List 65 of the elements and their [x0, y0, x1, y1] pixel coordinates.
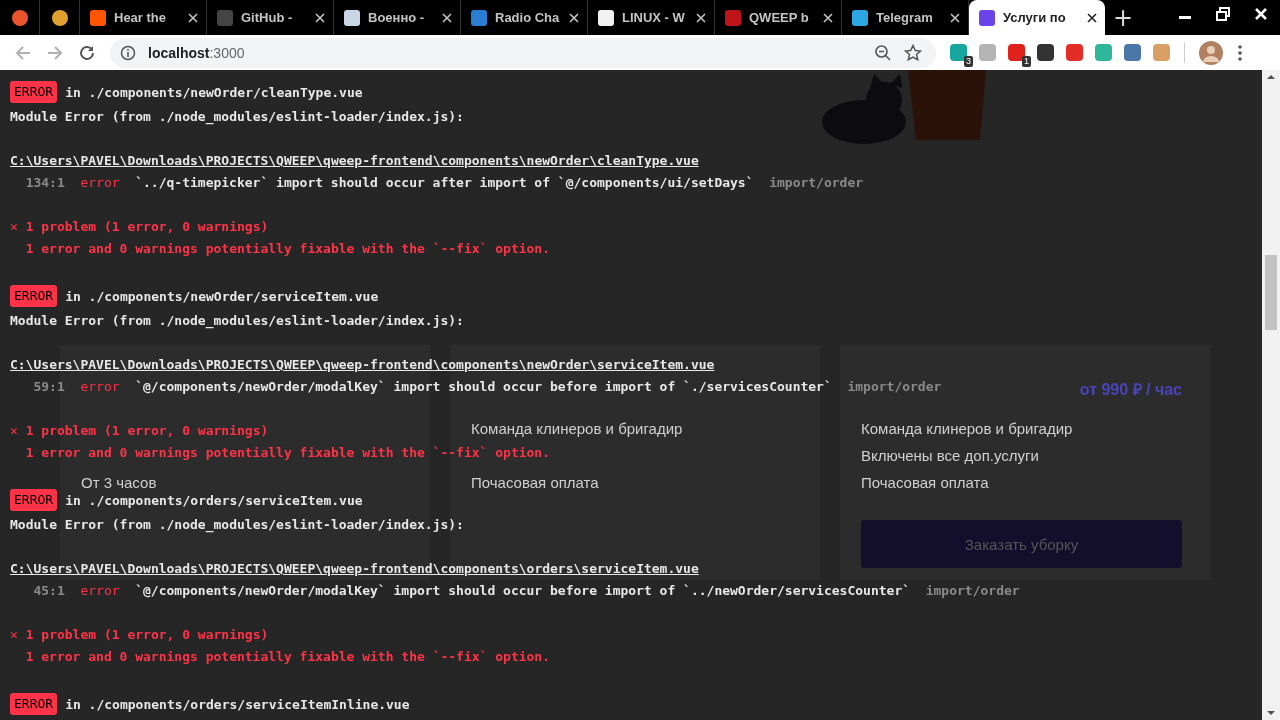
- file-path: C:\Users\PAVEL\Downloads\PROJECTS\QWEEP\qweep-frontend\components\newOrder\cleanType.vue: [10, 153, 699, 168]
- error-source: Module Error (from ./node_modules/eslint-loader/index.js):: [10, 109, 464, 124]
- price-text: от 990 ₽ / час: [1079, 380, 1182, 400]
- file-path: C:\Users\PAVEL\Downloads\PROJECTS\QWEEP\qweep-frontend\components\newOrder\serviceItem.vue: [10, 357, 715, 372]
- problem-summary: ✕ 1 problem (1 error, 0 warnings): [10, 219, 269, 234]
- error-source: Module Error (from ./node_modules/eslint-loader/index.js):: [10, 313, 464, 328]
- feature-text: Почасовая оплата: [861, 473, 990, 493]
- error-badge: ERROR: [10, 489, 58, 511]
- rule-name: import/order: [925, 583, 1020, 598]
- problem-summary: ✕ 1 problem (1 error, 0 warnings): [10, 627, 269, 642]
- feature-text: Почасовая оплата: [471, 473, 600, 493]
- browser-tab[interactable]: LINUX - W: [588, 0, 715, 35]
- extension-icon[interactable]: [950, 44, 967, 61]
- browser-tab[interactable]: Radio Cha: [461, 0, 588, 35]
- error-location: 59:1: [32, 378, 65, 396]
- extension-badge: 1: [1022, 56, 1031, 67]
- error-source: Module Error (from ./node_modules/eslint-loader/index.js):: [10, 517, 464, 532]
- restore-icon[interactable]: [1216, 7, 1230, 21]
- error-file: in ./components/orders/serviceItemInline.vue: [65, 696, 410, 712]
- rule-name: import/order: [847, 379, 942, 394]
- error-badge: ERROR: [10, 81, 58, 103]
- error-badge: ERROR: [10, 285, 58, 307]
- feature-text: Включены все доп.услуги: [861, 446, 1040, 466]
- error-file: in ./components/newOrder/serviceItem.vue: [65, 288, 379, 304]
- browser-tab[interactable]: Hear the: [80, 0, 207, 35]
- new-tab-button[interactable]: +: [1105, 0, 1141, 35]
- rule-name: import/order: [769, 175, 864, 190]
- extension-icon[interactable]: [1037, 44, 1054, 61]
- error-badge: ERROR: [10, 693, 58, 715]
- fix-hint: 1 error and 0 warnings potentially fixable with the `--fix` option.: [25, 445, 551, 460]
- browser-tab[interactable]: Военно -: [334, 0, 461, 35]
- browser-tab[interactable]: GitHub -: [207, 0, 334, 35]
- menu-icon[interactable]: [1237, 43, 1243, 62]
- star-icon[interactable]: [904, 43, 922, 62]
- scroll-thumb[interactable]: [1265, 255, 1277, 330]
- close-icon[interactable]: [1087, 12, 1097, 23]
- error-severity: error: [80, 379, 120, 394]
- extension-badge: 3: [964, 56, 973, 67]
- error-file: in ./components/newOrder/cleanType.vue: [65, 84, 363, 100]
- error-message: `../q-timepicker` import should occur after import of `@/components/ui/setDays`: [135, 175, 754, 190]
- scrollbar[interactable]: [1262, 70, 1280, 720]
- file-path: C:\Users\PAVEL\Downloads\PROJECTS\QWEEP\qweep-frontend\components\orders\serviceItem.vue: [10, 561, 699, 576]
- url-text: localhost:3000: [148, 44, 245, 61]
- error-message: `@/components/newOrder/modalKey` import should occur before import of `../newOrder/servicesCounter`: [135, 583, 911, 598]
- fix-hint: 1 error and 0 warnings potentially fixable with the `--fix` option.: [25, 649, 551, 664]
- address-bar[interactable]: localhost:3000: [110, 37, 936, 68]
- info-icon: [120, 44, 136, 61]
- error-message: `@/components/newOrder/modalKey` import should occur before import of `./servicesCounter`: [135, 379, 832, 394]
- error-file: in ./components/orders/serviceItem.vue: [65, 492, 363, 508]
- feature-text: Команда клинеров и бригадир: [471, 419, 684, 439]
- error-severity: error: [80, 175, 120, 190]
- fix-hint: 1 error and 0 warnings potentially fixable with the `--fix` option.: [25, 241, 551, 256]
- browser-tab[interactable]: QWEEP b: [715, 0, 842, 35]
- reload-icon[interactable]: [78, 43, 96, 62]
- problem-summary: ✕ 1 problem (1 error, 0 warnings): [10, 423, 269, 438]
- browser-tab[interactable]: Telegram: [842, 0, 969, 35]
- feature-text: Команда клинеров и бригадир: [861, 419, 1074, 439]
- extension-icon[interactable]: [1008, 44, 1025, 61]
- browser-tab[interactable]: Услуги по: [969, 0, 1105, 35]
- zoom-out-icon[interactable]: [874, 43, 892, 62]
- error-severity: error: [80, 583, 120, 598]
- avatar-icon[interactable]: [1199, 40, 1223, 65]
- error-location: 134:1: [24, 174, 65, 192]
- error-location: 45:1: [32, 582, 65, 600]
- feature-text: От 3 часов: [81, 473, 158, 493]
